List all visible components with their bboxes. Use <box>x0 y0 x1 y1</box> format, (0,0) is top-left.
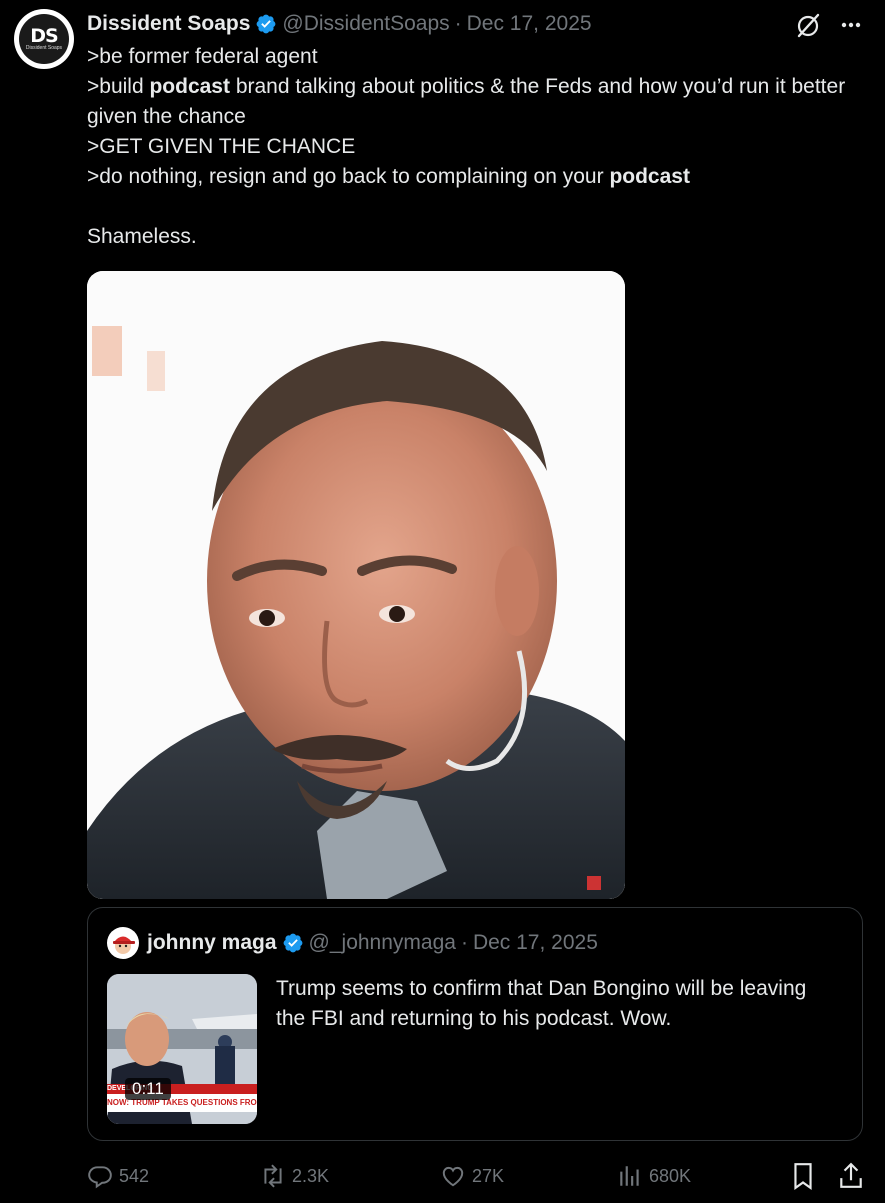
quoted-author-handle[interactable]: @_johnnymaga <box>309 931 456 955</box>
avatar-logo: DS Dissident Soaps <box>19 14 69 64</box>
reply-button[interactable]: 542 <box>87 1160 149 1192</box>
more-icon[interactable] <box>837 10 867 40</box>
text-segment: >do nothing, resign and go back to compl… <box>87 165 610 188</box>
quoted-header-separator: · <box>460 931 468 954</box>
author-handle[interactable]: @DissidentSoaps <box>282 12 449 36</box>
reply-icon <box>88 1166 112 1189</box>
tweet-line: >be former federal agent <box>87 45 318 68</box>
bookmark-icon[interactable] <box>790 1162 816 1190</box>
quoted-tweet-text: Trump seems to confirm that Dan Bongino … <box>276 977 807 1030</box>
share-icon[interactable] <box>838 1162 864 1190</box>
verified-badge-icon <box>283 933 302 953</box>
maga-hat-avatar-icon <box>113 936 135 954</box>
avatar-logo-text: DS <box>30 25 58 47</box>
tweet-blank-line <box>87 192 877 222</box>
reply-count: 542 <box>119 1165 150 1186</box>
like-icon <box>442 1166 464 1187</box>
quoted-avatar[interactable] <box>107 927 139 959</box>
tweet-header: Dissident Soaps @DissidentSoaps · Dec 17… <box>87 10 592 38</box>
header-separator: · <box>454 12 462 35</box>
avatar-logo-subtext: Dissident Soaps <box>25 45 63 51</box>
hashtag-like-bold: podcast <box>149 75 230 98</box>
repost-button[interactable]: 2.3K <box>260 1160 329 1192</box>
views-icon <box>620 1166 639 1186</box>
tweet-line: Shameless. <box>87 225 197 248</box>
views-button[interactable]: 680K <box>617 1160 691 1192</box>
quoted-tweet[interactable]: johnny maga @_johnnymaga · Dec 17, 2025 … <box>87 907 863 1141</box>
quoted-author-name[interactable]: johnny maga <box>147 931 277 955</box>
verified-badge-icon <box>256 14 276 34</box>
author-avatar[interactable]: DS Dissident Soaps <box>14 9 74 69</box>
repost-count: 2.3K <box>292 1165 330 1186</box>
tweet-text: >be former federal agent >build podcast … <box>87 42 877 252</box>
tweet-date[interactable]: Dec 17, 2025 <box>467 12 592 36</box>
video-duration: 0:11 <box>125 1078 171 1100</box>
views-count: 680K <box>649 1165 692 1186</box>
quoted-tweet-header: johnny maga @_johnnymaga · Dec 17, 2025 <box>107 927 598 959</box>
portrait-illustration <box>87 271 625 899</box>
tweet-line: >build podcast brand talking about polit… <box>87 72 877 132</box>
text-segment: >build <box>87 75 150 98</box>
author-name[interactable]: Dissident Soaps <box>87 12 250 36</box>
grok-icon[interactable] <box>793 10 823 40</box>
repost-icon <box>264 1164 282 1188</box>
tweet-line: >GET GIVEN THE CHANCE <box>87 135 356 158</box>
quoted-tweet-date[interactable]: Dec 17, 2025 <box>473 931 598 955</box>
like-count: 27K <box>472 1165 505 1186</box>
hashtag-like-bold: podcast <box>609 165 690 188</box>
tweet-line: >do nothing, resign and go back to compl… <box>87 162 877 192</box>
like-button[interactable]: 27K <box>440 1160 504 1192</box>
tweet-photo[interactable] <box>87 271 625 899</box>
quoted-video-thumbnail[interactable]: DEVELOPING NOW: TRUMP TAKES QUESTIONS FR… <box>107 974 257 1124</box>
